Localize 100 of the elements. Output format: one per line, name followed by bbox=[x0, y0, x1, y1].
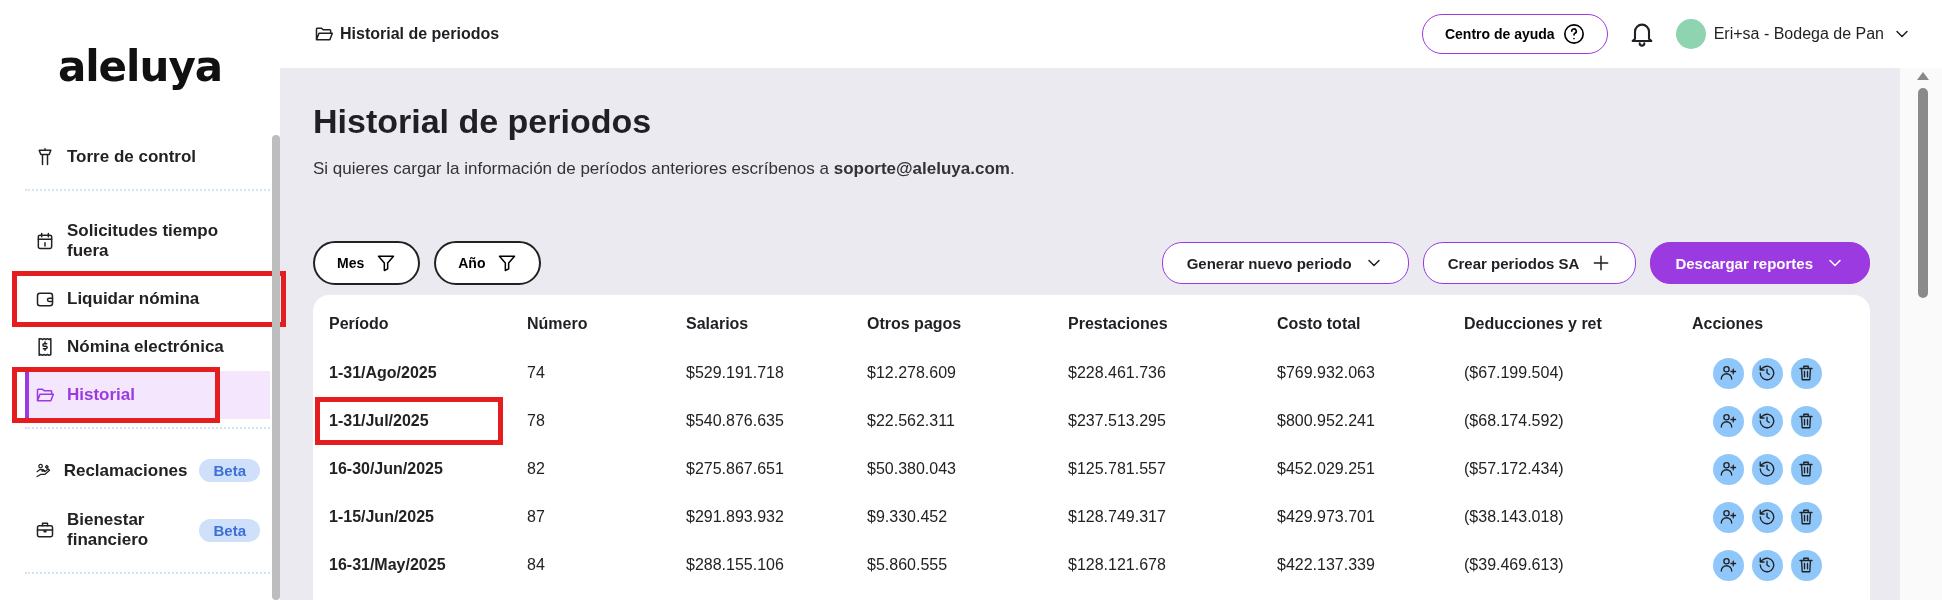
table-cell: 16-30/Jun/2025 bbox=[329, 460, 443, 478]
table-cell: $22.562.311 bbox=[867, 412, 955, 430]
table-cell: $291.893.932 bbox=[686, 508, 784, 526]
filter-icon bbox=[497, 253, 518, 273]
table-cell: $125.781.557 bbox=[1068, 460, 1166, 478]
table-cell: $128.121.678 bbox=[1068, 556, 1166, 574]
wallet-icon bbox=[35, 289, 55, 309]
sidebar-item[interactable]: Nómina electrónica bbox=[25, 323, 270, 371]
history-button[interactable] bbox=[1751, 405, 1783, 437]
delete-button[interactable] bbox=[1790, 405, 1822, 437]
history-button[interactable] bbox=[1751, 453, 1783, 485]
table-cell: $237.513.295 bbox=[1068, 412, 1166, 430]
delete-button[interactable] bbox=[1790, 357, 1822, 389]
filter-icon bbox=[376, 253, 397, 273]
delete-button[interactable] bbox=[1790, 549, 1822, 581]
sidebar-item[interactable]: Solicitudes tiempo fuera bbox=[25, 207, 270, 275]
table-cell: 78 bbox=[527, 412, 545, 430]
calendar-icon bbox=[35, 231, 55, 251]
action-button[interactable]: Crear periodos SA bbox=[1422, 242, 1637, 284]
column-header: Número bbox=[527, 314, 589, 334]
column-header: Acciones bbox=[1692, 314, 1765, 334]
table-cell: $128.749.317 bbox=[1068, 508, 1166, 526]
column-header: Prestaciones bbox=[1068, 314, 1169, 334]
table-cell: $12.278.609 bbox=[867, 364, 956, 382]
delete-button[interactable] bbox=[1790, 453, 1822, 485]
table-cell: 1-15/Jun/2025 bbox=[329, 508, 434, 526]
trash-icon bbox=[1797, 460, 1815, 478]
table-cell: 16-31/May/2025 bbox=[329, 556, 446, 574]
table-cell: $50.380.043 bbox=[867, 460, 956, 478]
page-title: Historial de periodos bbox=[313, 102, 653, 141]
add-user-button[interactable] bbox=[1712, 357, 1744, 389]
table-cell: 1-31/Ago/2025 bbox=[329, 364, 437, 382]
sidebar-item[interactable]: Liquidar nómina bbox=[25, 275, 270, 323]
user-plus-icon bbox=[1719, 508, 1737, 526]
table-cell: ($38.143.018) bbox=[1464, 508, 1564, 526]
history-button[interactable] bbox=[1751, 357, 1783, 389]
help-icon bbox=[1562, 23, 1585, 45]
trash-icon bbox=[1797, 556, 1815, 574]
briefcase-icon bbox=[35, 520, 55, 540]
sidebar-item[interactable]: Historial bbox=[25, 371, 270, 419]
table-cell: 87 bbox=[527, 508, 545, 526]
history-button[interactable] bbox=[1751, 501, 1783, 533]
beta-badge: Beta bbox=[199, 518, 260, 542]
column-header: Salarios bbox=[686, 314, 750, 334]
column-header: Período bbox=[329, 314, 390, 334]
add-user-button[interactable] bbox=[1712, 549, 1744, 581]
sidebar-item[interactable]: Torre de control bbox=[25, 133, 270, 181]
filter-button[interactable]: Año bbox=[434, 241, 542, 285]
table-cell: ($67.199.504) bbox=[1464, 364, 1564, 382]
table-cell: ($68.174.592) bbox=[1464, 412, 1564, 430]
history-icon bbox=[1758, 460, 1776, 478]
scrollbar[interactable] bbox=[272, 135, 280, 600]
column-header: Costo total bbox=[1277, 314, 1362, 334]
table-cell: 1-31/Jul/2025 bbox=[329, 412, 429, 430]
breadcrumb: Historial de periodos bbox=[340, 25, 500, 43]
table-cell: $288.155.106 bbox=[686, 556, 784, 574]
table-cell: $540.876.635 bbox=[686, 412, 784, 430]
receipt-icon bbox=[35, 337, 55, 357]
user-plus-icon bbox=[1719, 412, 1737, 430]
table-cell: $9.330.452 bbox=[867, 508, 948, 526]
scrollbar-thumb[interactable] bbox=[1918, 88, 1928, 298]
trash-icon bbox=[1797, 508, 1815, 526]
table-cell: $769.932.063 bbox=[1277, 364, 1375, 382]
user-plus-icon bbox=[1719, 556, 1737, 574]
table-cell: 74 bbox=[527, 364, 545, 382]
table-cell: $422.137.339 bbox=[1277, 556, 1375, 574]
page-subtitle: Si quieres cargar la información de períodos anteriores escríbenos a soporte@aleluya.com. bbox=[313, 159, 1016, 179]
account-name[interactable]: Eri+sa - Bodega de Pan bbox=[1713, 25, 1884, 43]
add-user-button[interactable] bbox=[1712, 501, 1744, 533]
table-cell: ($57.172.434) bbox=[1464, 460, 1564, 478]
filter-button[interactable]: Mes bbox=[313, 241, 421, 285]
history-button[interactable] bbox=[1751, 549, 1783, 581]
column-header: Otros pagos bbox=[867, 314, 963, 334]
table-cell: $275.867.651 bbox=[686, 460, 784, 478]
table-cell: $429.973.701 bbox=[1277, 508, 1375, 526]
action-button[interactable]: Descargar reportes bbox=[1650, 242, 1870, 284]
sidebar-item[interactable]: Bienestar financiero Beta bbox=[25, 496, 270, 564]
beta-badge: Beta bbox=[199, 459, 260, 482]
table-cell: $529.191.718 bbox=[686, 364, 784, 382]
table-cell: $5.860.555 bbox=[867, 556, 948, 574]
table-cell: 84 bbox=[527, 556, 545, 574]
scroll-up-icon[interactable] bbox=[1917, 72, 1929, 80]
table-cell: $800.952.241 bbox=[1277, 412, 1375, 430]
table-cell: $452.029.251 bbox=[1277, 460, 1375, 478]
column-header: Deducciones y ret bbox=[1464, 314, 1603, 334]
history-icon bbox=[1758, 508, 1776, 526]
table-cell: 82 bbox=[527, 460, 545, 478]
history-icon bbox=[1758, 364, 1776, 382]
tower-icon bbox=[35, 147, 55, 167]
sidebar-item[interactable]: Reclamaciones Beta bbox=[25, 445, 270, 496]
delete-button[interactable] bbox=[1790, 501, 1822, 533]
help-button[interactable]: Centro de ayuda bbox=[1421, 14, 1608, 54]
trash-icon bbox=[1797, 364, 1815, 382]
add-user-button[interactable] bbox=[1712, 453, 1744, 485]
table-cell: ($39.469.613) bbox=[1464, 556, 1564, 574]
user-plus-icon bbox=[1719, 460, 1737, 478]
history-icon bbox=[1758, 556, 1776, 574]
add-user-button[interactable] bbox=[1712, 405, 1744, 437]
history-icon bbox=[1758, 412, 1776, 430]
action-button[interactable]: Generar nuevo periodo bbox=[1161, 242, 1409, 284]
